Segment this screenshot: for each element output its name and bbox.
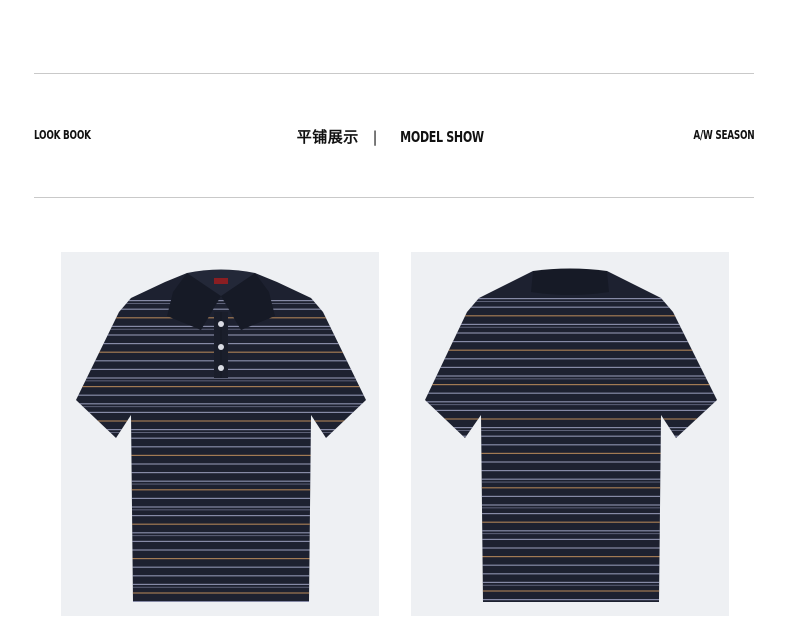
stripe <box>76 535 366 537</box>
stripe <box>425 556 717 558</box>
stripe <box>76 303 366 304</box>
stripe <box>76 497 366 499</box>
stripe <box>425 301 717 302</box>
stripe <box>76 411 366 413</box>
stripe <box>76 509 366 511</box>
stripe <box>425 461 717 463</box>
stripe <box>425 547 717 549</box>
polo-shirt-back-image <box>425 268 717 602</box>
stripe <box>425 584 717 586</box>
stripe <box>76 489 366 491</box>
stripe <box>425 533 717 535</box>
stripe <box>425 427 717 429</box>
stripe <box>76 463 366 465</box>
stripe <box>425 495 717 497</box>
polo-shirt-front-image <box>76 269 366 602</box>
stripe <box>425 306 717 308</box>
stripe <box>76 566 366 568</box>
stripe <box>425 538 717 540</box>
stripe <box>76 454 366 456</box>
top-divider <box>34 73 754 74</box>
button-3 <box>218 365 224 371</box>
stripe <box>76 483 366 485</box>
stripe <box>76 308 366 310</box>
stripe <box>76 394 366 396</box>
stripe <box>425 366 717 368</box>
stripe <box>76 429 366 431</box>
stripe <box>76 558 366 560</box>
stripe <box>425 513 717 515</box>
section-title: 平铺展示 | MODEL SHOW <box>0 126 790 147</box>
product-image-back[interactable] <box>411 252 729 616</box>
stripe <box>425 430 717 431</box>
stripe <box>76 472 366 474</box>
stripe <box>425 323 717 325</box>
brand-label <box>214 278 228 284</box>
stripe <box>76 575 366 577</box>
stripe <box>76 601 366 602</box>
title-english: MODEL SHOW <box>400 128 485 146</box>
stripe <box>425 409 717 411</box>
stripe <box>425 590 717 592</box>
stripe <box>425 384 717 386</box>
stripe <box>425 375 717 377</box>
title-separator: | <box>372 128 378 146</box>
collar-back-view <box>531 268 609 295</box>
stripe <box>425 599 717 601</box>
stripe <box>76 446 366 448</box>
stripe <box>425 504 717 506</box>
product-image-front[interactable] <box>61 252 379 616</box>
stripe <box>76 480 366 482</box>
stripe <box>425 418 717 420</box>
stripe <box>425 470 717 472</box>
stripe <box>76 586 366 588</box>
stripe <box>425 452 717 454</box>
stripe <box>76 432 366 433</box>
stripe <box>425 487 717 489</box>
stripe <box>425 521 717 523</box>
stripe <box>425 378 717 380</box>
stripe <box>425 358 717 360</box>
stripe <box>425 435 717 437</box>
stripe <box>76 532 366 534</box>
stripe <box>425 478 717 480</box>
stripe <box>76 420 366 422</box>
stripe <box>425 298 717 300</box>
stripe <box>425 573 717 575</box>
stripe <box>76 380 366 382</box>
stripe <box>425 444 717 446</box>
season-label: A/W SEASON <box>692 128 754 142</box>
bottom-divider <box>34 197 754 198</box>
stripe <box>425 481 717 483</box>
stripe <box>425 326 717 328</box>
stripe <box>425 315 717 317</box>
stripe <box>425 581 717 583</box>
button-1 <box>218 321 224 327</box>
title-chinese: 平铺展示 <box>296 128 359 146</box>
stripe <box>76 300 366 302</box>
stripe <box>76 403 366 405</box>
stripe <box>425 392 717 394</box>
stripe <box>76 583 366 585</box>
stripe <box>76 406 366 408</box>
stripe <box>76 437 366 439</box>
stripe <box>425 332 717 334</box>
stripe <box>425 530 717 532</box>
stripe <box>425 564 717 566</box>
stripe <box>425 349 717 351</box>
stripe <box>76 549 366 551</box>
stripe <box>76 523 366 525</box>
stripe <box>425 507 717 509</box>
stripe <box>425 341 717 343</box>
stripe <box>425 404 717 406</box>
stripe <box>76 540 366 542</box>
button-2 <box>218 344 224 350</box>
stripe <box>425 401 717 403</box>
stripe <box>76 506 366 508</box>
stripe <box>76 515 366 517</box>
stripe <box>76 592 366 594</box>
stripe <box>76 386 366 388</box>
